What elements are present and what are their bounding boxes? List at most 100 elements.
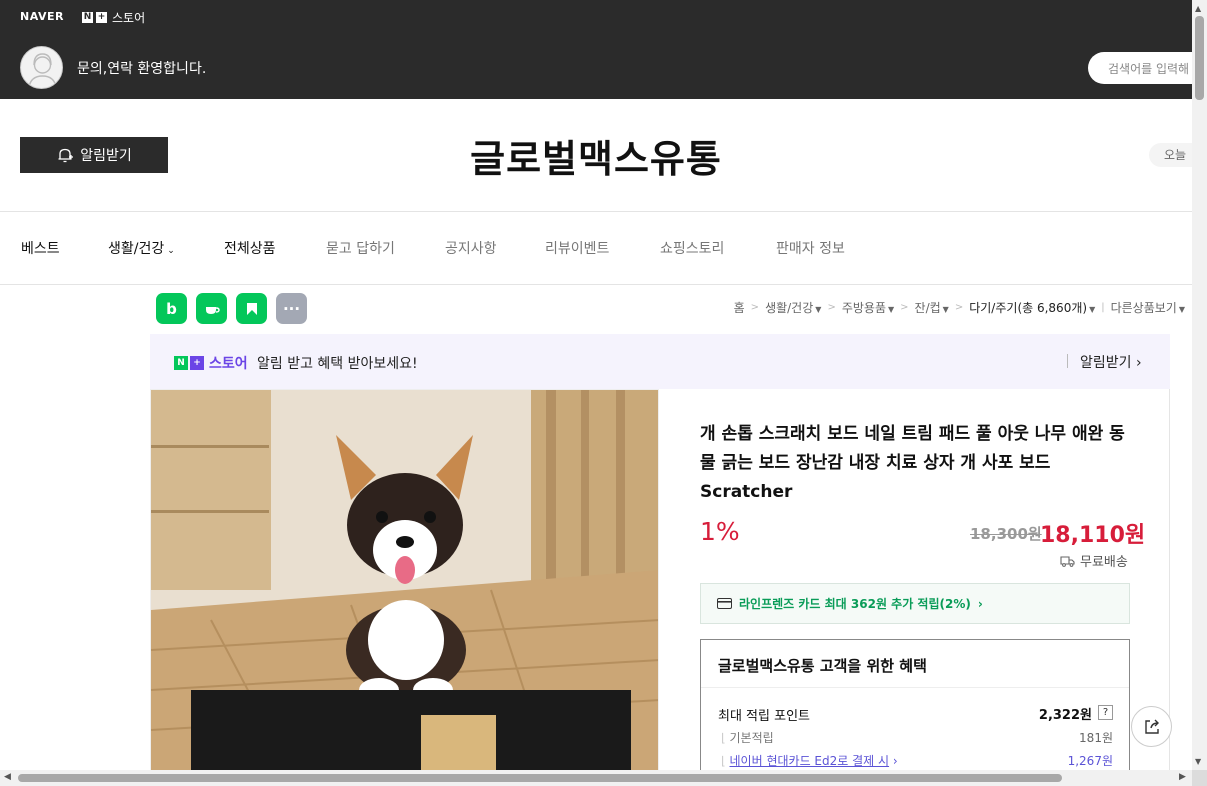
caret-down-icon: ▼ <box>815 305 822 314</box>
caret-down-icon: ▼ <box>888 305 895 314</box>
banner-alarm-label: 알림받기 <box>1080 355 1132 371</box>
product-image[interactable] <box>150 389 659 771</box>
basic-points-row: ⌊ 기본적립 <box>721 729 774 746</box>
shipping-info: 무료배송 <box>1060 551 1128 570</box>
chevron-right-icon: › <box>1135 355 1142 371</box>
breadcrumb-cat2-label: 주방용품 <box>841 301 886 315</box>
scroll-up-icon[interactable]: ▲ <box>1195 4 1201 13</box>
chevron-down-icon: ⌄ <box>167 246 175 256</box>
chevron-right-icon: › <box>977 596 983 611</box>
card-promo-text: 라인프렌즈 카드 최대 362원 추가 적립(2%) <box>739 597 971 611</box>
breadcrumb-cat1-label: 생활/건강 <box>765 301 814 315</box>
band-share-icon[interactable] <box>236 293 267 324</box>
help-icon[interactable]: ? <box>1098 705 1113 720</box>
nplus-plus-badge: + <box>96 12 107 23</box>
avatar-icon <box>28 53 57 88</box>
original-price: 18,300원 <box>970 525 1042 543</box>
store-avatar[interactable] <box>20 46 63 89</box>
breadcrumb-other-products[interactable]: 다른상품보기 ▼ <box>1111 299 1185 316</box>
nav-best[interactable]: 베스트 <box>21 238 60 258</box>
caret-down-icon: ▼ <box>1178 305 1185 314</box>
breadcrumb-separator: > <box>954 302 964 313</box>
benefit-box: 글로벌맥스유통 고객을 위한 혜택 최대 적립 포인트 2,322원 ? ⌊ 기… <box>700 639 1130 779</box>
shipping-label: 무료배송 <box>1080 555 1128 570</box>
benefit-title: 글로벌맥스유통 고객을 위한 혜택 <box>718 657 927 675</box>
more-share-icon[interactable]: ··· <box>276 293 307 324</box>
vertical-scroll-thumb[interactable] <box>1195 16 1204 100</box>
nav-living-health[interactable]: 생활/건강 ⌄ <box>108 238 175 258</box>
benefit-divider <box>701 687 1129 688</box>
card-icon <box>717 598 732 609</box>
sale-price: 18,110원 <box>1040 523 1146 548</box>
banner-divider <box>1067 354 1068 368</box>
share-button[interactable] <box>1131 706 1172 747</box>
breadcrumb-separator: > <box>900 302 909 313</box>
share-icon <box>1144 719 1159 734</box>
tree-branch-icon: ⌊ <box>721 754 726 768</box>
more-share-label: ··· <box>282 299 301 318</box>
horizontal-scroll-thumb[interactable] <box>18 774 1062 782</box>
alarm-banner: N + 스토어 알림 받고 혜택 받아보세요! 알림받기 › <box>150 334 1170 389</box>
search-placeholder: 검색어를 입력해 <box>1108 62 1190 76</box>
scroll-right-icon[interactable]: ▶ <box>1179 772 1186 782</box>
nplus-store-text: 스토어 <box>112 11 146 25</box>
truck-icon <box>1060 555 1075 567</box>
breadcrumb-other-label: 다른상품보기 <box>1110 301 1177 315</box>
breadcrumb-cat3[interactable]: 잔/컵 ▼ <box>915 299 949 316</box>
scrollbar-corner <box>1192 770 1207 786</box>
breadcrumb-home[interactable]: 홈 <box>734 299 745 316</box>
blog-share-icon[interactable]: b <box>156 293 187 324</box>
card-promo-banner[interactable]: 라인프렌즈 카드 최대 362원 추가 적립(2%) › <box>700 583 1130 624</box>
max-points-value: 2,322원 <box>1038 708 1092 723</box>
top-bar: NAVER N + 스토어 문의,연락 환영합니다. 검색어를 입력해 <box>0 0 1207 99</box>
nav-all-products[interactable]: 전체상품 <box>224 238 276 258</box>
breadcrumb-cat2[interactable]: 주방용품 ▼ <box>842 299 894 316</box>
nav-review-event[interactable]: 리뷰이벤트 <box>545 238 609 258</box>
nav-divider-top <box>0 211 1192 212</box>
blog-share-label: b <box>166 299 177 318</box>
banner-alarm-link[interactable]: 알림받기 › <box>1080 352 1142 372</box>
nplus-store-banner-logo: N + 스토어 <box>174 353 248 373</box>
scroll-left-icon[interactable]: ◀ <box>4 772 11 782</box>
vertical-scrollbar[interactable]: ▲ ▼ <box>1192 0 1207 770</box>
breadcrumb-cat4-label: 다기/주기 <box>969 301 1018 315</box>
nplus-store-logo[interactable]: N + 스토어 <box>82 9 145 26</box>
banner-plus-badge: + <box>190 356 204 370</box>
breadcrumb-cat1[interactable]: 생활/건강 ▼ <box>765 299 821 316</box>
cup-icon <box>205 306 220 314</box>
welcome-message: 문의,연락 환영합니다. <box>77 61 207 77</box>
tree-branch-icon: ⌊ <box>721 731 726 745</box>
banner-n-badge: N <box>174 356 188 370</box>
search-input[interactable]: 검색어를 입력해 <box>1088 52 1207 84</box>
nav-living-health-label: 생활/건강 <box>108 241 165 257</box>
nav-notice[interactable]: 공지사항 <box>445 238 497 258</box>
breadcrumb-separator: > <box>827 302 836 313</box>
breadcrumb-count: (총 6,860개) <box>1017 301 1088 315</box>
breadcrumb: 홈 > 생활/건강 ▼ > 주방용품 ▼ > 잔/컵 ▼ > 다기/주기(총 6,86… <box>734 299 1185 316</box>
horizontal-scrollbar[interactable]: ◀ ▶ <box>0 770 1192 786</box>
scroll-down-icon[interactable]: ▼ <box>1195 757 1201 766</box>
nav-qna[interactable]: 묻고 답하기 <box>326 238 395 258</box>
banner-message: 알림 받고 혜택 받아보세요! <box>257 356 418 372</box>
breadcrumb-separator: | <box>1101 302 1105 313</box>
cafe-share-icon[interactable] <box>196 293 227 324</box>
card-points-row[interactable]: ⌊ 네이버 현대카드 Ed2로 결제 시 › <box>721 752 898 769</box>
breadcrumb-separator: > <box>750 302 760 313</box>
max-points-label: 최대 적립 포인트 <box>718 709 810 724</box>
card-points-value: 1,267원 <box>1067 754 1113 768</box>
corgi-product-photo <box>151 390 658 770</box>
nav-divider-bottom <box>0 284 1192 285</box>
caret-down-icon: ▼ <box>1089 305 1096 314</box>
store-title[interactable]: 글로벌맥스유통 <box>0 128 1192 183</box>
nav-shopping-story[interactable]: 쇼핑스토리 <box>660 238 724 258</box>
nav-seller-info[interactable]: 판매자 정보 <box>776 238 845 258</box>
chevron-right-icon: › <box>892 754 898 768</box>
product-title: 개 손톱 스크래치 보드 네일 트림 패드 풀 아웃 나무 애완 동물 긁는 보… <box>700 424 1125 502</box>
breadcrumb-cat3-label: 잔/컵 <box>914 301 941 315</box>
naver-logo[interactable]: NAVER <box>20 10 64 23</box>
basic-points-value: 181원 <box>1079 731 1113 745</box>
basic-points-label: 기본적립 <box>729 731 774 745</box>
discount-rate: 1% <box>700 517 740 546</box>
nplus-n-badge: N <box>82 12 93 23</box>
breadcrumb-cat4[interactable]: 다기/주기(총 6,860개) ▼ <box>969 299 1095 316</box>
